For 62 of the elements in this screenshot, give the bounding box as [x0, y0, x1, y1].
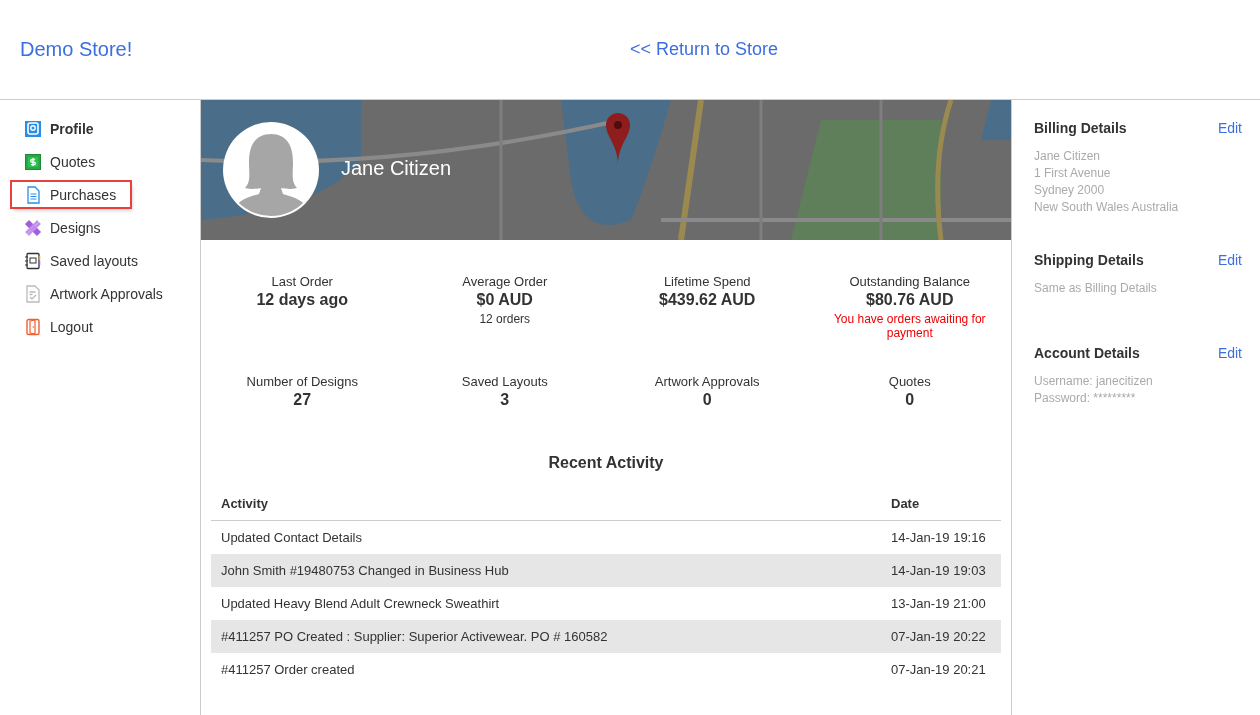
detail-line: Same as Billing Details	[1034, 280, 1158, 297]
column-header: Activity	[211, 496, 881, 521]
table-cell: 13-Jan-19 21:00	[881, 587, 1001, 620]
table-cell: 07-Jan-19 20:22	[881, 620, 1001, 653]
door-icon	[24, 317, 42, 336]
section-title: Recent Activity	[547, 454, 665, 472]
detail-line: 1 First Avenue	[1034, 165, 1112, 182]
stat-label: Average Order	[462, 274, 548, 289]
stat-note: 12 orders	[479, 312, 531, 326]
edit-link[interactable]: Edit	[1217, 345, 1242, 361]
table-cell: 14-Jan-19 19:03	[881, 554, 1001, 587]
store-name-link[interactable]: Demo Store!	[0, 38, 630, 61]
stat-label: Last Order	[271, 274, 333, 289]
sidebar-item[interactable]: Purchases	[12, 182, 131, 207]
stat-value: $80.76 AUD	[866, 291, 954, 309]
document-icon	[24, 185, 42, 204]
sidebar-item[interactable]: Quotes	[12, 149, 108, 174]
section-title: Account Details	[1034, 345, 1140, 361]
table-cell: 07-Jan-19 20:21	[881, 653, 1001, 686]
column-header: Date	[881, 496, 1001, 521]
sidebar-item[interactable]: Saved layouts	[12, 248, 150, 273]
stat-label: Outstanding Balance	[849, 274, 971, 289]
section-title: Shipping Details	[1034, 252, 1144, 268]
profile-icon	[24, 119, 42, 138]
stat-value: $0 AUD	[476, 291, 533, 309]
detail-line: Password: *********	[1034, 390, 1137, 407]
return-to-store-link[interactable]: << Return to Store	[630, 39, 779, 60]
warning-message: You have orders awaiting for payment	[832, 312, 987, 340]
table-cell: 14-Jan-19 19:16	[881, 520, 1001, 554]
stat-value: 27	[293, 391, 312, 409]
stat-label: Number of Designs	[246, 374, 358, 389]
table-cell: #411257 PO Created : Supplier: Superior Activewear. PO # 160582	[211, 620, 881, 653]
sidebar-item[interactable]: Artwork Approvals	[12, 281, 175, 306]
avatar-icon	[221, 120, 321, 220]
stat-value: 12 days ago	[256, 291, 349, 309]
sidebar-item[interactable]: Logout	[12, 314, 105, 339]
table-cell: Updated Heavy Blend Adult Crewneck Sweathirt	[211, 587, 881, 620]
stat-label: Quotes	[888, 374, 931, 389]
notebook-icon	[24, 251, 42, 270]
detail-line: New South Wales Australia	[1034, 199, 1180, 216]
detail-line: Username: janecitizen	[1034, 373, 1154, 390]
sidebar-item[interactable]: Designs	[12, 215, 113, 240]
table-cell: Updated Contact Details	[211, 520, 881, 554]
edit-link[interactable]: Edit	[1217, 252, 1242, 268]
detail-line: Sydney 2000	[1034, 182, 1106, 199]
stat-value: $439.62 AUD	[659, 291, 756, 309]
dollar-icon	[24, 152, 42, 171]
sidebar-item[interactable]: Profile	[12, 116, 106, 141]
section-title: Billing Details	[1034, 120, 1127, 136]
detail-line: Jane Citizen	[1034, 148, 1102, 165]
edit-link[interactable]: Edit	[1217, 120, 1242, 136]
stat-value: 3	[500, 391, 510, 409]
table-cell: #411257 Order created	[211, 653, 881, 686]
pencil-ruler-icon	[24, 218, 42, 237]
profile-name: Jane Citizen	[341, 157, 452, 180]
stat-label: Lifetime Spend	[663, 274, 751, 289]
stat-value: 0	[905, 391, 915, 409]
checklist-icon	[24, 284, 42, 303]
stat-label: Artwork Approvals	[654, 374, 760, 389]
table-cell: John Smith #19480753 Changed in Business Hub	[211, 554, 881, 587]
stat-value: 0	[702, 391, 712, 409]
stat-label: Saved Layouts	[461, 374, 548, 389]
